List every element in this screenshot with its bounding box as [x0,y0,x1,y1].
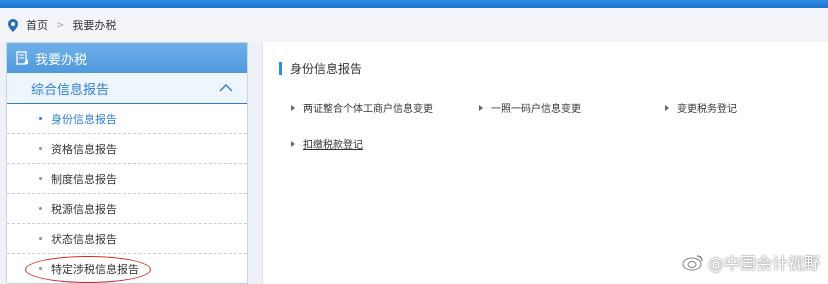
bullet-icon [39,207,42,210]
page-title-text: 身份信息报告 [290,62,363,76]
sidebar-item-label: 资格信息报告 [51,142,117,156]
sidebar-item-tax-source-report[interactable]: 税源信息报告 [7,194,247,224]
link-label: 两证整合个体工商户信息变更 [303,104,433,115]
watermark-text: @中国会计视野 [707,254,820,273]
link-change-tax-registration[interactable]: 变更税务登记 [665,100,737,115]
sidebar-header-label: 我要办税 [35,52,88,68]
link-two-certificates-change[interactable]: 两证整合个体工商户信息变更 [291,100,433,115]
bullet-icon [39,147,42,150]
sidebar-item-specific-tax-report[interactable]: 特定涉税信息报告 [7,254,247,284]
watermark: @中国会计视野 [682,250,820,274]
sidebar-item-label: 状态信息报告 [51,232,117,246]
sidebar-item-status-report[interactable]: 状态信息报告 [7,224,247,254]
title-accent-bar [279,62,282,75]
top-header-bar [0,0,828,8]
sidebar-item-label: 身份信息报告 [51,112,117,126]
page-title: 身份信息报告 [279,60,362,77]
sidebar-section-comprehensive-report[interactable]: 综合信息报告 [7,73,247,104]
caret-right-icon [291,104,295,111]
sidebar-section-label: 综合信息报告 [31,82,110,98]
sidebar-item-label: 制度信息报告 [51,172,117,186]
breadcrumb-separator-icon: > [56,19,65,31]
document-icon [16,51,28,65]
bullet-icon [39,237,42,240]
breadcrumb-home[interactable]: 首页 [26,17,48,33]
main-content: 身份信息报告 两证整合个体工商户信息变更 一照一码户信息变更 变更税务登记 扣缴… [262,42,828,284]
bullet-icon [39,117,42,120]
link-withholding-registration[interactable]: 扣缴税款登记 [291,136,363,151]
weibo-logo-icon [682,255,703,271]
breadcrumb: 首页 > 我要办税 [0,8,828,42]
breadcrumb-current: 我要办税 [72,19,117,32]
chevron-up-icon[interactable] [219,83,233,93]
sidebar-header[interactable]: 我要办税 [7,43,247,73]
link-one-license-change[interactable]: 一照一码户信息变更 [479,100,581,115]
caret-right-icon [291,140,295,147]
link-label: 变更税务登记 [677,104,737,115]
caret-right-icon [665,104,669,111]
caret-right-icon [479,104,483,111]
bullet-icon [39,177,42,180]
location-pin-icon [8,18,18,32]
sidebar-item-label: 税源信息报告 [51,202,117,216]
sidebar-item-system-report[interactable]: 制度信息报告 [7,164,247,194]
highlight-circle [25,256,151,283]
sidebar-item-qualification-report[interactable]: 资格信息报告 [7,134,247,164]
link-label: 一照一码户信息变更 [491,104,581,115]
sidebar: 我要办税 综合信息报告 身份信息报告 资格信息报告 制度信息报告 税源信息报告 … [6,42,248,284]
link-label: 扣缴税款登记 [303,140,363,151]
sidebar-item-identity-report[interactable]: 身份信息报告 [7,104,247,134]
